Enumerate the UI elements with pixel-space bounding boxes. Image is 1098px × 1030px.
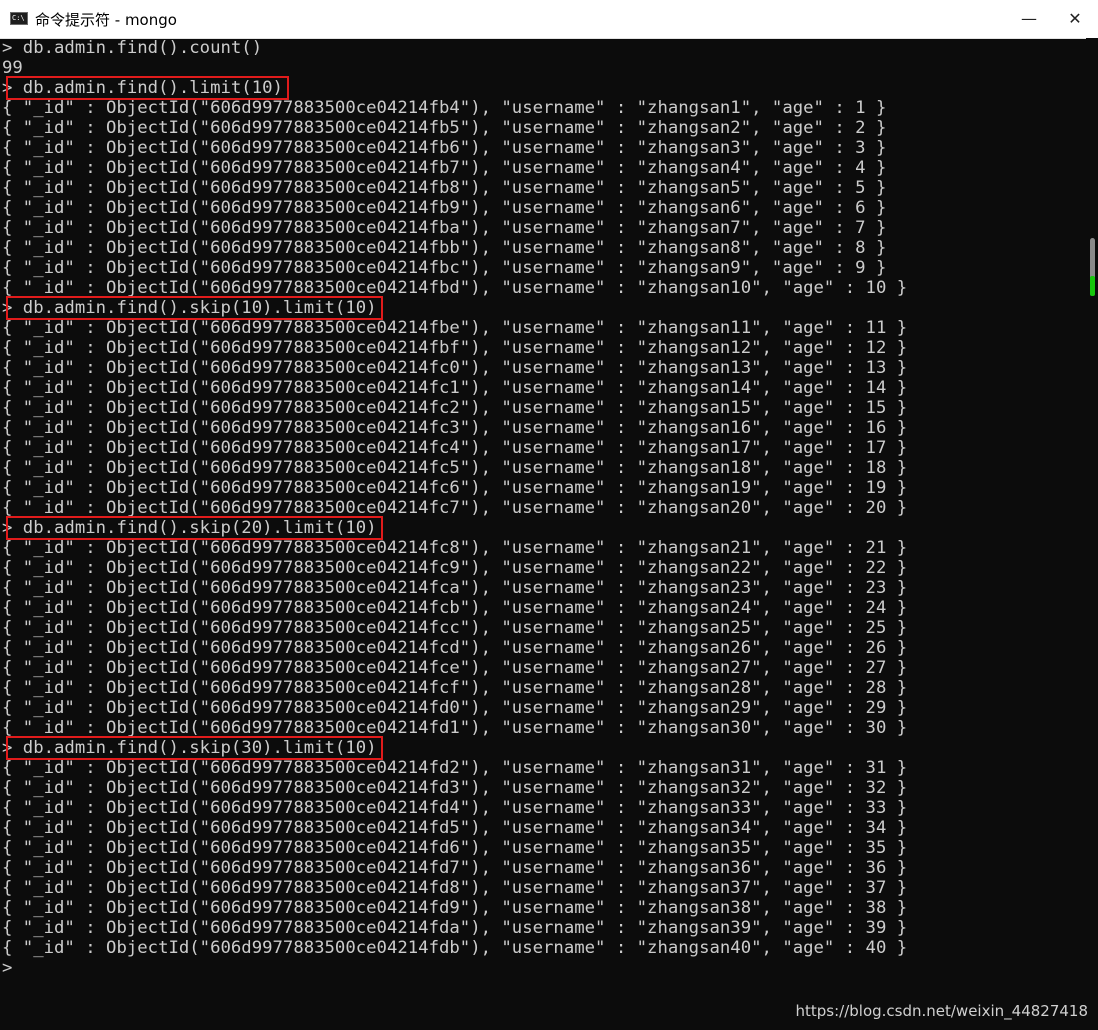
output-line: { "_id" : ObjectId("606d9977883500ce0421… bbox=[2, 278, 908, 298]
prompt-line: > bbox=[2, 958, 13, 978]
cmd-icon: C:\ bbox=[10, 12, 28, 25]
command-line: > db.admin.find().skip(10).limit(10) bbox=[2, 298, 377, 318]
output-line: { "_id" : ObjectId("606d9977883500ce0421… bbox=[2, 398, 908, 418]
title-bar: C:\ 命令提示符 - mongo — ✕ bbox=[0, 0, 1098, 39]
output-line: { "_id" : ObjectId("606d9977883500ce0421… bbox=[2, 578, 908, 598]
output-line: { "_id" : ObjectId("606d9977883500ce0421… bbox=[2, 678, 908, 698]
vertical-scrollbar[interactable] bbox=[1086, 38, 1098, 1030]
output-line: { "_id" : ObjectId("606d9977883500ce0421… bbox=[2, 918, 908, 938]
output-line: { "_id" : ObjectId("606d9977883500ce0421… bbox=[2, 758, 908, 778]
output-line: { "_id" : ObjectId("606d9977883500ce0421… bbox=[2, 898, 908, 918]
output-line: { "_id" : ObjectId("606d9977883500ce0421… bbox=[2, 158, 887, 178]
output-line: { "_id" : ObjectId("606d9977883500ce0421… bbox=[2, 138, 887, 158]
output-line: { "_id" : ObjectId("606d9977883500ce0421… bbox=[2, 838, 908, 858]
window-title: 命令提示符 - mongo bbox=[35, 11, 177, 29]
output-line: { "_id" : ObjectId("606d9977883500ce0421… bbox=[2, 858, 908, 878]
output-line: 99 bbox=[2, 58, 23, 78]
watermark: https://blog.csdn.net/weixin_44827418 bbox=[795, 1002, 1088, 1020]
command-line: > db.admin.find().limit(10) bbox=[2, 78, 283, 98]
output-line: { "_id" : ObjectId("606d9977883500ce0421… bbox=[2, 938, 908, 958]
output-line: { "_id" : ObjectId("606d9977883500ce0421… bbox=[2, 798, 908, 818]
output-line: { "_id" : ObjectId("606d9977883500ce0421… bbox=[2, 478, 908, 498]
output-line: { "_id" : ObjectId("606d9977883500ce0421… bbox=[2, 358, 908, 378]
output-line: { "_id" : ObjectId("606d9977883500ce0421… bbox=[2, 338, 908, 358]
output-line: { "_id" : ObjectId("606d9977883500ce0421… bbox=[2, 458, 908, 478]
command-line: > db.admin.find().count() bbox=[2, 38, 263, 58]
scroll-position-marker bbox=[1090, 276, 1095, 296]
output-line: { "_id" : ObjectId("606d9977883500ce0421… bbox=[2, 558, 908, 578]
command-line: > db.admin.find().skip(30).limit(10) bbox=[2, 738, 377, 758]
output-line: { "_id" : ObjectId("606d9977883500ce0421… bbox=[2, 618, 908, 638]
console-output[interactable]: > db.admin.find().count() 99 > db.admin.fi… bbox=[0, 38, 1086, 1030]
close-button[interactable]: ✕ bbox=[1052, 0, 1098, 38]
output-line: { "_id" : ObjectId("606d9977883500ce0421… bbox=[2, 238, 887, 258]
output-line: { "_id" : ObjectId("606d9977883500ce0421… bbox=[2, 498, 908, 518]
output-line: { "_id" : ObjectId("606d9977883500ce0421… bbox=[2, 118, 887, 138]
output-line: { "_id" : ObjectId("606d9977883500ce0421… bbox=[2, 658, 908, 678]
output-line: { "_id" : ObjectId("606d9977883500ce0421… bbox=[2, 418, 908, 438]
output-line: { "_id" : ObjectId("606d9977883500ce0421… bbox=[2, 878, 908, 898]
output-line: { "_id" : ObjectId("606d9977883500ce0421… bbox=[2, 258, 887, 278]
command-line: > db.admin.find().skip(20).limit(10) bbox=[2, 518, 377, 538]
output-line: { "_id" : ObjectId("606d9977883500ce0421… bbox=[2, 698, 908, 718]
output-line: { "_id" : ObjectId("606d9977883500ce0421… bbox=[2, 538, 908, 558]
output-line: { "_id" : ObjectId("606d9977883500ce0421… bbox=[2, 218, 887, 238]
output-line: { "_id" : ObjectId("606d9977883500ce0421… bbox=[2, 198, 887, 218]
output-line: { "_id" : ObjectId("606d9977883500ce0421… bbox=[2, 318, 908, 338]
output-line: { "_id" : ObjectId("606d9977883500ce0421… bbox=[2, 438, 908, 458]
output-line: { "_id" : ObjectId("606d9977883500ce0421… bbox=[2, 718, 908, 738]
minimize-button[interactable]: — bbox=[1006, 0, 1052, 38]
output-line: { "_id" : ObjectId("606d9977883500ce0421… bbox=[2, 778, 908, 798]
output-line: { "_id" : ObjectId("606d9977883500ce0421… bbox=[2, 378, 908, 398]
output-line: { "_id" : ObjectId("606d9977883500ce0421… bbox=[2, 178, 887, 198]
output-line: { "_id" : ObjectId("606d9977883500ce0421… bbox=[2, 638, 908, 658]
output-line: { "_id" : ObjectId("606d9977883500ce0421… bbox=[2, 818, 908, 838]
output-line: { "_id" : ObjectId("606d9977883500ce0421… bbox=[2, 598, 908, 618]
output-line: { "_id" : ObjectId("606d9977883500ce0421… bbox=[2, 98, 887, 118]
